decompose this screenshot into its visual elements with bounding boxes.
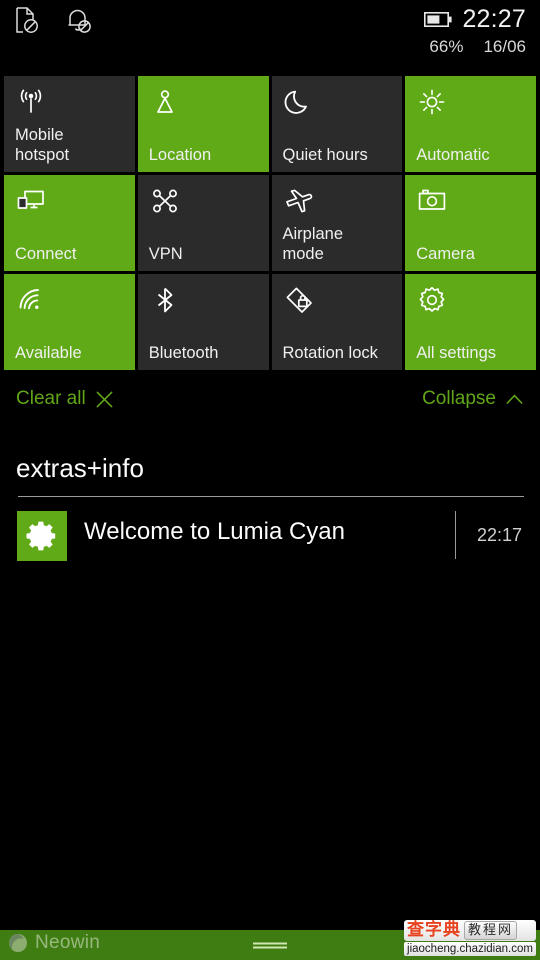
phone-screen: 22:27 66% 16/06 Mobile hotspot Location … bbox=[0, 0, 540, 960]
nav-minimize-handle-icon[interactable] bbox=[253, 941, 287, 950]
chazidian-url: jiaocheng.chazidian.com bbox=[404, 942, 536, 956]
ringer-off-icon bbox=[66, 6, 92, 34]
battery-icon bbox=[424, 11, 453, 27]
notification-item[interactable]: Welcome to Lumia Cyan 22:17 bbox=[0, 511, 540, 575]
status-bar-date: 16/06 bbox=[483, 37, 526, 56]
chazidian-top: 查字典 教程网 bbox=[404, 920, 536, 941]
notification-separator bbox=[455, 511, 456, 559]
action-row: Clear all Collapse bbox=[0, 388, 540, 426]
location-pin-icon bbox=[150, 87, 180, 117]
quick-action-connect[interactable]: Connect bbox=[4, 175, 135, 271]
wifi-signal-icon bbox=[16, 285, 46, 315]
collapse-label: Collapse bbox=[422, 388, 496, 409]
gear-icon bbox=[17, 511, 67, 561]
quick-action-quiet-hours[interactable]: Quiet hours bbox=[271, 76, 403, 172]
notification-title: Welcome to Lumia Cyan bbox=[84, 518, 345, 545]
rotation-lock-icon bbox=[284, 285, 314, 315]
neowin-watermark: Neowin bbox=[8, 932, 100, 954]
quick-action-bluetooth[interactable]: Bluetooth bbox=[137, 274, 269, 370]
notification-group: extras+info Welcome to Lumia Cyan 22:17 bbox=[0, 452, 540, 575]
clear-all-button[interactable]: Clear all bbox=[16, 388, 114, 410]
tile-label: Available bbox=[15, 343, 82, 362]
tile-label: Bluetooth bbox=[148, 343, 219, 362]
quick-action-camera[interactable]: Camera bbox=[405, 175, 536, 271]
quick-action-airplane-mode[interactable]: Airplane mode bbox=[271, 175, 403, 271]
quick-action-vpn[interactable]: VPN bbox=[137, 175, 269, 271]
quick-action-brightness-automatic[interactable]: Automatic bbox=[405, 76, 536, 172]
quick-actions-grid: Mobile hotspot Location Quiet hours Auto… bbox=[4, 76, 536, 370]
quick-action-mobile-hotspot[interactable]: Mobile hotspot bbox=[4, 76, 135, 172]
tile-label: Rotation lock bbox=[282, 343, 378, 362]
airplane-icon bbox=[284, 186, 314, 216]
close-x-icon bbox=[95, 390, 114, 409]
tile-label: Connect bbox=[15, 244, 77, 263]
clear-all-label: Clear all bbox=[16, 388, 86, 409]
collapse-button[interactable]: Collapse bbox=[422, 388, 524, 410]
status-bar-right: 22:27 66% 16/06 bbox=[424, 4, 526, 56]
vpn-icon bbox=[150, 186, 180, 216]
tile-label: Airplane mode bbox=[282, 225, 344, 263]
quick-action-all-settings[interactable]: All settings bbox=[405, 274, 536, 370]
moon-icon bbox=[284, 87, 314, 117]
quick-action-location[interactable]: Location bbox=[137, 76, 269, 172]
chevron-up-icon bbox=[505, 390, 524, 409]
notification-time: 22:17 bbox=[476, 525, 522, 545]
status-bar-left-icons bbox=[14, 6, 92, 34]
status-bar: 22:27 66% 16/06 bbox=[0, 0, 540, 72]
brightness-sun-icon bbox=[417, 87, 447, 117]
tile-label: VPN bbox=[148, 244, 183, 263]
camera-icon bbox=[417, 186, 447, 216]
tile-label: All settings bbox=[416, 343, 497, 362]
chazidian-brand: 查字典 bbox=[407, 920, 461, 940]
neowin-label: Neowin bbox=[35, 932, 101, 953]
gear-icon bbox=[417, 285, 447, 315]
tile-label: Camera bbox=[416, 244, 475, 263]
wifi-hotspot-icon bbox=[16, 87, 46, 117]
tile-label: Automatic bbox=[416, 145, 490, 164]
chazidian-watermark: 查字典 教程网 jiaocheng.chazidian.com bbox=[404, 920, 536, 956]
sim-disabled-icon bbox=[14, 6, 40, 34]
neowin-logo-icon bbox=[8, 933, 28, 953]
tile-label: Location bbox=[148, 145, 212, 164]
quick-action-wifi-available[interactable]: Available bbox=[4, 274, 135, 370]
divider bbox=[18, 496, 524, 497]
status-bar-clock: 22:27 bbox=[462, 5, 526, 33]
chazidian-tagline: 教程网 bbox=[464, 921, 518, 940]
bluetooth-icon bbox=[150, 285, 180, 315]
connect-display-icon bbox=[16, 186, 46, 216]
battery-percent: 66% bbox=[429, 37, 464, 56]
notification-group-title: extras+info bbox=[16, 453, 144, 483]
tile-label: Quiet hours bbox=[282, 145, 368, 164]
quick-action-rotation-lock[interactable]: Rotation lock bbox=[271, 274, 403, 370]
tile-label: Mobile hotspot bbox=[15, 126, 70, 164]
